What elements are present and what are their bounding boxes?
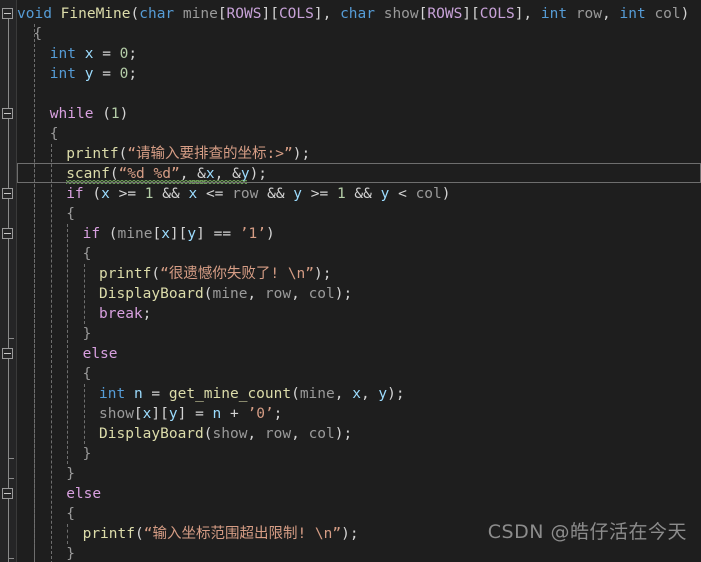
fold-toggle-icon[interactable] <box>2 348 13 359</box>
code-line: int n = get_mine_count(mine, x, y); <box>99 386 405 402</box>
csdn-watermark: CSDN @皓仔活在今天 <box>487 521 687 543</box>
code-line: void FineMine(char mine[ROWS][COLS], cha… <box>17 6 690 22</box>
code-line: printf(“很遗憾你失败了! \n”); <box>99 266 332 282</box>
code-line: { <box>82 366 92 382</box>
fold-toggle-icon[interactable] <box>2 488 13 499</box>
code-line: show[x][y] = n + ’0’; <box>99 406 283 422</box>
code-line: if (mine[x][y] == ’1’) <box>82 226 275 242</box>
code-line: else <box>66 486 102 502</box>
fold-region-end-tick <box>8 338 14 339</box>
code-line: while (1) <box>49 106 129 122</box>
fold-toggle-icon[interactable] <box>2 8 13 19</box>
code-line: { <box>66 506 75 522</box>
code-line: int y = 0; <box>49 66 138 82</box>
code-line: DisplayBoard(show, row, col); <box>99 426 353 442</box>
indent-guide <box>67 524 69 544</box>
code-line: DisplayBoard(mine, row, col); <box>99 286 353 302</box>
code-line: } <box>66 466 75 482</box>
indent-guide <box>83 384 85 444</box>
code-line: { <box>49 126 59 142</box>
code-surface[interactable]: void FineMine(char mine[ROWS][COLS], cha… <box>17 0 701 562</box>
code-editor-window: void FineMine(char mine[ROWS][COLS], cha… <box>0 0 701 562</box>
code-line: } <box>82 326 92 342</box>
fold-toggle-icon[interactable] <box>2 188 13 199</box>
fold-region-end-tick <box>8 558 14 559</box>
indent-guide <box>50 144 52 562</box>
fold-region-end-tick <box>8 478 14 479</box>
code-line: { <box>66 206 75 222</box>
indent-guide <box>83 264 85 324</box>
code-line: int x = 0; <box>49 46 138 62</box>
code-line: else <box>82 346 118 362</box>
fold-spine <box>8 9 9 562</box>
indent-guide <box>34 24 36 562</box>
code-line: { <box>33 26 43 42</box>
code-line: printf(“输入坐标范围超出限制! \n”); <box>82 526 359 542</box>
fold-toggle-icon[interactable] <box>2 228 13 239</box>
code-line: if (x >= 1 && x <= row && y >= 1 && y < … <box>66 186 451 202</box>
fold-region-end-tick <box>8 458 14 459</box>
code-line: break; <box>99 306 152 322</box>
code-line: } <box>82 446 92 462</box>
indent-guide <box>67 224 69 464</box>
code-line: } <box>66 546 75 562</box>
fold-toggle-icon[interactable] <box>2 108 13 119</box>
diagnostic-squiggle <box>66 180 247 184</box>
code-line: printf(“请输入要排查的坐标:>”); <box>66 146 311 162</box>
code-line: { <box>82 246 92 262</box>
